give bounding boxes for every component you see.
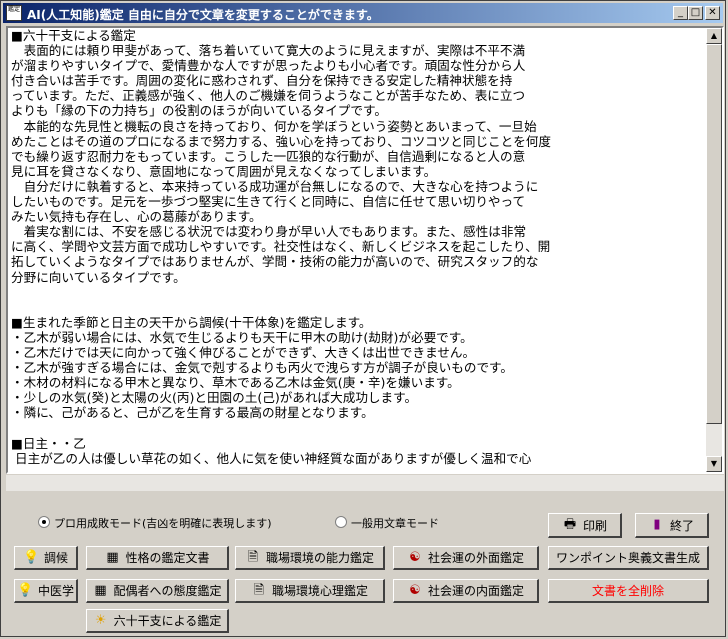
text-line: に高く、学問や文芸方面で成功しやすいです。社交性はなく、新しくビジネスを起こした… bbox=[11, 239, 551, 255]
vertical-scrollbar[interactable]: ▲ ▼ bbox=[706, 28, 722, 472]
one-point-button[interactable]: ワンポイント奥義文書生成 bbox=[548, 546, 709, 570]
radio-professional-mode[interactable]: プロ用成敗モード(吉凶を明確に表現します) bbox=[38, 515, 272, 531]
text-line: ・乙木が強すぎる場合には、金気で剋するよりも丙火で洩らす方が調子が良いものです。 bbox=[11, 360, 513, 376]
exit-button[interactable]: ▮ 終了 bbox=[635, 513, 709, 538]
text-line bbox=[11, 285, 703, 300]
text-line: でも繰り返す忍耐力をもっています。こうした一匹狼的な行動が、自信過剰になると人の… bbox=[11, 148, 526, 164]
text-line: ■六十干支による鑑定 bbox=[11, 28, 136, 43]
scroll-down-icon[interactable]: ▼ bbox=[706, 456, 722, 472]
text-line: ・少しの水気(癸)と太陽の火(丙)と田園の土(己)があれば大成功します。 bbox=[11, 390, 418, 406]
text-line: ■生まれた季節と日主の天干から調候(十干体象)を鑑定します。 bbox=[11, 314, 372, 330]
result-text[interactable]: ■六十干支による鑑定 表面的には頼り甲斐があって、落ち着いていて寛大のように見え… bbox=[11, 28, 703, 466]
text-line: みたい気持も存在し、心の葛藤があります。 bbox=[11, 209, 262, 225]
text-line bbox=[11, 420, 703, 435]
close-icon[interactable]: ✕ bbox=[705, 6, 720, 20]
tcm-button[interactable]: 💡 中医学 bbox=[14, 579, 78, 603]
text-line: 分野に向いているタイプです。 bbox=[11, 269, 186, 285]
yin-yang-icon: ☯ bbox=[409, 549, 421, 565]
radio-general-mode[interactable]: 一般用文章モード bbox=[335, 515, 439, 531]
personality-button[interactable]: ▦ 性格の鑑定文書 bbox=[86, 546, 229, 570]
app-icon: 鑑定 bbox=[6, 5, 22, 21]
yin-yang-icon: ☯ bbox=[409, 582, 421, 598]
sixty-kanshi-button[interactable]: ☀ 六十干支による鑑定 bbox=[86, 609, 229, 633]
text-line: ・隣に、己があると、己が乙を生育する最高の財星となります。 bbox=[11, 405, 374, 421]
title-bar[interactable]: 鑑定 AI(人工知能)鑑定 自由に自分で文章を変更することができます。 _ □ … bbox=[3, 3, 723, 23]
text-line: ■日主・・乙 bbox=[11, 435, 86, 451]
text-line: ・乙木だけでは天に向かって強く伸びることができず、大きくは出世できません。 bbox=[11, 344, 476, 360]
spouse-attitude-button[interactable]: ▦ 配偶者への態度鑑定 bbox=[86, 579, 229, 603]
door-exit-icon: ▮ bbox=[653, 517, 661, 532]
maximize-icon[interactable]: □ bbox=[688, 6, 703, 20]
text-line: っています。ただ、正義感が強く、他人のご機嫌を伺うようなことが苦手なため、表に立… bbox=[11, 88, 526, 104]
printer-icon: 🖶 bbox=[563, 517, 577, 532]
social-outer-button[interactable]: ☯ 社会運の外面鑑定 bbox=[393, 546, 539, 570]
sun-icon: ☀ bbox=[94, 612, 107, 628]
work-psych-button[interactable]: 🗎 職場環境心理鑑定 bbox=[235, 579, 385, 603]
window-title: AI(人工知能)鑑定 自由に自分で文章を変更することができます。 bbox=[27, 8, 379, 22]
horizontal-scrollbar[interactable] bbox=[6, 475, 724, 491]
text-line bbox=[11, 300, 703, 315]
text-line: 見に耳を貸さなくなり、意固地になって周囲が見えなくなってしまいます。 bbox=[11, 163, 437, 179]
print-button[interactable]: 🖶 印刷 bbox=[548, 513, 622, 538]
social-inner-button[interactable]: ☯ 社会運の内面鑑定 bbox=[393, 579, 539, 603]
delete-all-button[interactable]: 文書を全削除 bbox=[548, 579, 709, 603]
lightbulb-icon: 💡 bbox=[22, 549, 40, 565]
grid-icon: ▦ bbox=[94, 582, 107, 598]
text-line: 拓していくようなタイプではありませんが、学問・技術の能力が高いので、研究スタッフ… bbox=[11, 254, 539, 270]
text-line: したいものです。足元を一歩づつ堅実に生きて行くと同時に、自信に任せて思い切りやっ… bbox=[11, 194, 526, 210]
grid-icon: ▦ bbox=[106, 549, 119, 565]
radio-selected-icon[interactable] bbox=[38, 516, 50, 528]
result-text-area[interactable]: ■六十干支による鑑定 表面的には頼り甲斐があって、落ち着いていて寛大のように見え… bbox=[6, 26, 724, 474]
radio-professional-label: プロ用成敗モード(吉凶を明確に表現します) bbox=[54, 517, 272, 530]
work-ability-button[interactable]: 🗎 職場環境の能力鑑定 bbox=[235, 546, 385, 570]
chouko-button[interactable]: 💡 調候 bbox=[14, 546, 78, 570]
text-line: 自分だけに執着すると、本来持っている成功運が台無しになるので、大きな心を持つよう… bbox=[11, 178, 539, 194]
text-line: ・乙木が弱い場合には、水気で生じるよりも天干に甲木の助け(劫財)が必要です。 bbox=[11, 329, 473, 345]
text-line: 着実な割には、不安を感じる状況では変わり身が早い人でもあります。また、感性は非常 bbox=[11, 224, 527, 240]
scroll-up-icon[interactable]: ▲ bbox=[706, 28, 722, 44]
text-line: 日主が乙の人は優しい草花の如く、他人に気を使い神経質な面がありますが優しく温和で… bbox=[11, 450, 532, 466]
text-line: が溜まりやすいタイプで、愛情豊かな人ですが思ったよりも小心者です。頑固な性分から… bbox=[11, 58, 526, 74]
lightbulb-icon: 💡 bbox=[16, 582, 34, 598]
text-line: 付き合いは苦手です。周囲の変化に惑わされず、自分を保持できる安定した精神状態を持 bbox=[11, 73, 513, 89]
document-icon: 🗎 bbox=[247, 549, 259, 565]
app-window: 鑑定 AI(人工知能)鑑定 自由に自分で文章を変更することができます。 _ □ … bbox=[0, 0, 726, 637]
text-line: 本能的な先見性と機転の良さを持っており、何かを学ぼうという姿勢とあいまって、一旦… bbox=[11, 118, 537, 134]
text-line: めたことはその道のプロになるまで努力する、強い心を持っており、コツコツと同じこと… bbox=[11, 133, 552, 149]
text-line: ・木材の材料になる甲木と異なり、草木である乙木は金気(庚・辛)を嫌います。 bbox=[11, 375, 460, 391]
document-icon: 🗎 bbox=[253, 582, 265, 598]
radio-unselected-icon[interactable] bbox=[335, 516, 347, 528]
minimize-icon[interactable]: _ bbox=[673, 6, 688, 20]
text-line: よりも「縁の下の力持ち」の役割のほうが向いているタイプです。 bbox=[11, 103, 387, 119]
text-line: 表面的には頼り甲斐があって、落ち着いていて寛大のように見えますが、実際は不平不満 bbox=[11, 43, 526, 59]
scroll-thumb[interactable] bbox=[706, 44, 722, 424]
radio-general-label: 一般用文章モード bbox=[351, 517, 439, 530]
